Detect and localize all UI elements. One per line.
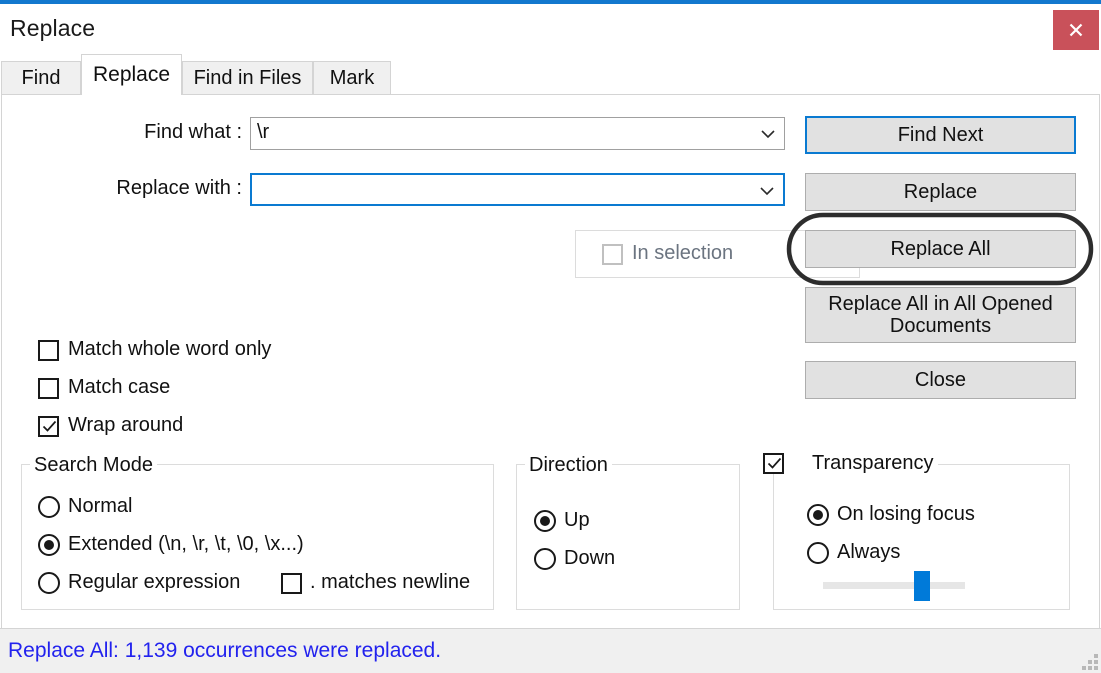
find-next-button[interactable]: Find Next [805,116,1076,154]
tab-find-in-files-label: Find in Files [193,67,302,89]
chevron-down-icon[interactable] [760,127,776,141]
replace-all-in-all-opened-documents-button[interactable]: Replace All in All Opened Documents [805,287,1076,343]
dialog-content: Find what : \r Replace with : In selecti… [1,94,1100,628]
close-dialog-label: Close [914,368,967,391]
search-mode-regex-radio[interactable] [38,572,60,594]
status-bar: Replace All: 1,139 occurrences were repl… [0,628,1101,673]
tab-find-label: Find [21,67,61,89]
find-what-label: Find what : [144,121,242,143]
wrap-around-label: Wrap around [68,414,184,436]
direction-title: Direction [525,454,612,477]
transparency-checkbox[interactable] [763,453,784,474]
tab-replace[interactable]: Replace [81,54,182,95]
search-mode-normal-label: Normal [68,495,133,517]
search-mode-regex-label: Regular expression [68,571,241,593]
transparency-always-label: Always [837,541,901,563]
replace-all-in-all-opened-documents-label: Replace All in All Opened Documents [828,292,1053,337]
in-selection-checkbox[interactable] [602,244,623,265]
chevron-down-icon[interactable] [759,184,775,198]
replace-with-combo[interactable] [250,173,785,206]
search-mode-title: Search Mode [30,454,157,477]
resize-grip-icon[interactable] [1082,654,1098,670]
direction-up-radio[interactable] [534,510,556,532]
check-icon [766,455,783,472]
radio-dot-icon [813,510,823,520]
transparency-always-radio[interactable] [807,542,829,564]
close-button[interactable] [1053,10,1099,50]
dot-matches-newline-label: . matches newline [310,571,471,593]
search-mode-extended-label: Extended (\n, \r, \t, \0, \x...) [68,533,304,555]
replace-with-label: Replace with : [116,177,242,199]
direction-down-radio[interactable] [534,548,556,570]
dot-matches-newline-checkbox[interactable] [281,573,302,594]
transparency-on-losing-focus-label: On losing focus [837,503,975,525]
direction-group [516,464,740,610]
replace-dialog-window: Replace Find Replace Find in Files Mark … [0,0,1101,673]
tab-find[interactable]: Find [1,61,81,95]
direction-up-label: Up [564,509,590,531]
find-what-combo[interactable]: \r [250,117,785,150]
window-title: Replace [10,15,96,41]
match-whole-word-only-checkbox[interactable] [38,340,59,361]
match-case-label: Match case [68,376,171,398]
in-selection-label: In selection [632,242,734,264]
transparency-on-losing-focus-radio[interactable] [807,504,829,526]
search-mode-extended-radio[interactable] [38,534,60,556]
match-whole-word-only-label: Match whole word only [68,338,272,360]
wrap-around-checkbox[interactable] [38,416,59,437]
check-icon [41,418,58,435]
transparency-slider-track[interactable] [823,571,965,601]
replace-button[interactable]: Replace [805,173,1076,211]
replace-all-button[interactable]: Replace All [805,230,1076,268]
tab-replace-label: Replace [92,63,171,86]
tab-mark-label: Mark [329,67,375,89]
radio-dot-icon [540,516,550,526]
transparency-slider-thumb[interactable] [914,571,930,601]
search-mode-normal-radio[interactable] [38,496,60,518]
title-bar: Replace [0,8,1101,54]
match-case-checkbox[interactable] [38,378,59,399]
direction-down-label: Down [564,547,616,569]
tab-strip: Find Replace Find in Files Mark [0,54,1101,95]
tab-mark[interactable]: Mark [313,61,391,95]
close-dialog-button[interactable]: Close [805,361,1076,399]
replace-all-label: Replace All [890,237,991,260]
transparency-title: Transparency [782,452,938,475]
replace-label: Replace [903,180,978,203]
status-message: Replace All: 1,139 occurrences were repl… [8,639,442,662]
find-what-input[interactable]: \r [257,121,269,144]
radio-dot-icon [44,540,54,550]
tab-find-in-files[interactable]: Find in Files [182,61,313,95]
find-next-label: Find Next [897,123,984,146]
